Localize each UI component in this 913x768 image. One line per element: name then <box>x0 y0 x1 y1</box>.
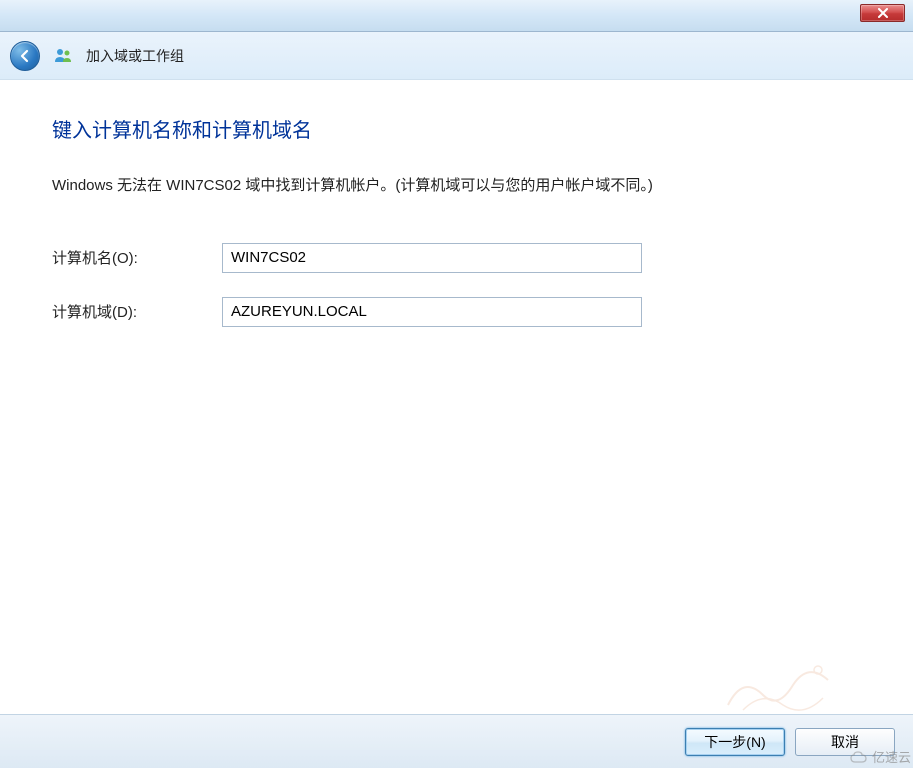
window-titlebar <box>0 0 913 32</box>
computer-domain-label: 计算机域(D): <box>52 301 222 322</box>
back-button[interactable] <box>10 41 40 71</box>
content-area: 键入计算机名称和计算机域名 Windows 无法在 WIN7CS02 域中找到计… <box>0 80 913 714</box>
next-button[interactable]: 下一步(N) <box>685 728 785 756</box>
window-title: 加入域或工作组 <box>86 46 184 66</box>
cancel-button[interactable]: 取消 <box>795 728 895 756</box>
arrow-left-icon <box>16 47 34 65</box>
page-description: Windows 无法在 WIN7CS02 域中找到计算机帐户。(计算机域可以与您… <box>52 173 732 199</box>
computer-domain-row: 计算机域(D): <box>52 297 861 327</box>
computer-domain-input[interactable] <box>222 297 642 327</box>
computer-name-row: 计算机名(O): <box>52 243 861 273</box>
computer-name-input[interactable] <box>222 243 642 273</box>
computer-name-label: 计算机名(O): <box>52 247 222 268</box>
page-heading: 键入计算机名称和计算机域名 <box>52 114 861 143</box>
network-people-icon <box>52 45 74 67</box>
close-icon <box>877 8 889 18</box>
footer: 下一步(N) 取消 <box>0 714 913 768</box>
close-button[interactable] <box>860 4 905 22</box>
header: 加入域或工作组 <box>0 32 913 80</box>
